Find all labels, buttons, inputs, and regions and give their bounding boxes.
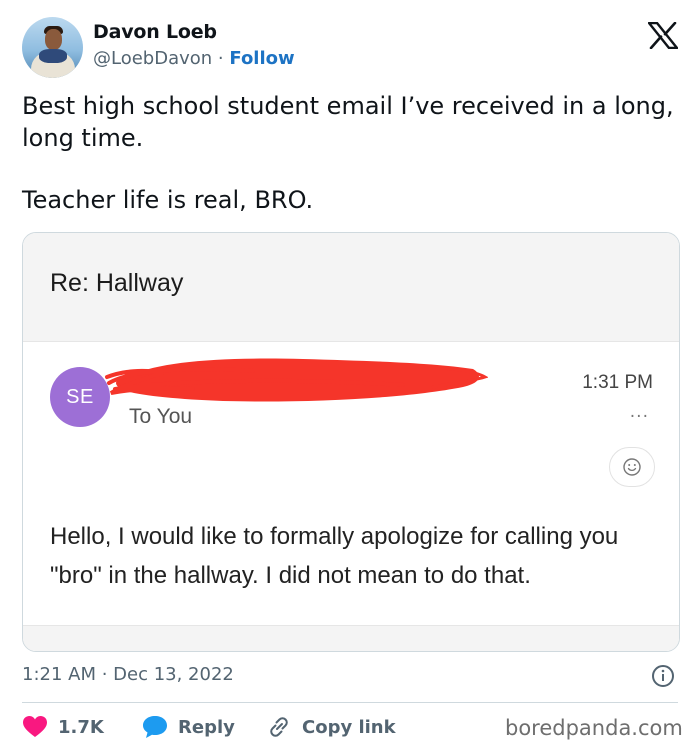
like-button[interactable]: 1.7K xyxy=(22,713,104,741)
avatar-scarf xyxy=(39,49,67,63)
watermark: boredpanda.com xyxy=(505,716,683,740)
author-handle-line: @LoebDavon · Follow xyxy=(93,48,295,69)
reply-bubble-icon xyxy=(143,716,167,738)
info-icon[interactable] xyxy=(651,664,675,688)
copy-link-button[interactable]: Copy link xyxy=(266,713,396,741)
link-icon xyxy=(270,717,288,737)
tweet-line-2: Teacher life is real, BRO. xyxy=(22,186,314,214)
email-screenshot[interactable]: Re: Hallway SE To You 1:31 PM ··· Hello,… xyxy=(22,232,680,652)
email-recipient: To You xyxy=(129,405,193,428)
tweet-line-1: Best high school student email I’ve rece… xyxy=(22,92,674,152)
heart-icon xyxy=(23,716,47,737)
copy-link-label: Copy link xyxy=(302,716,396,738)
handle-separator: · xyxy=(212,48,230,69)
tweet-timestamp[interactable]: 1:21 AM · Dec 13, 2022 xyxy=(22,664,234,685)
author-handle[interactable]: @LoebDavon xyxy=(93,48,212,69)
emoji-reaction-button xyxy=(609,447,655,487)
follow-button[interactable]: Follow xyxy=(229,48,294,69)
divider xyxy=(22,702,678,703)
email-body: Hello, I would like to formally apologiz… xyxy=(50,523,619,589)
sender-avatar: SE xyxy=(50,367,110,427)
email-subject: Re: Hallway xyxy=(50,269,184,297)
tweet-text: Best high school student email I’ve rece… xyxy=(22,90,678,216)
email-bottom-strip xyxy=(23,625,679,651)
more-options-icon: ··· xyxy=(629,407,649,427)
x-logo-icon[interactable] xyxy=(648,22,678,49)
reply-button[interactable]: Reply xyxy=(142,713,235,741)
author-name[interactable]: Davon Loeb xyxy=(93,21,217,43)
tweet-card: Davon Loeb @LoebDavon · Follow Best high… xyxy=(0,0,700,753)
like-count: 1.7K xyxy=(58,716,104,738)
avatar-head xyxy=(45,29,62,50)
author-avatar[interactable] xyxy=(22,17,83,78)
emoji-icon xyxy=(623,458,641,476)
reply-label: Reply xyxy=(178,716,235,738)
email-time: 1:31 PM xyxy=(582,372,653,393)
redaction-scribble xyxy=(105,358,488,402)
